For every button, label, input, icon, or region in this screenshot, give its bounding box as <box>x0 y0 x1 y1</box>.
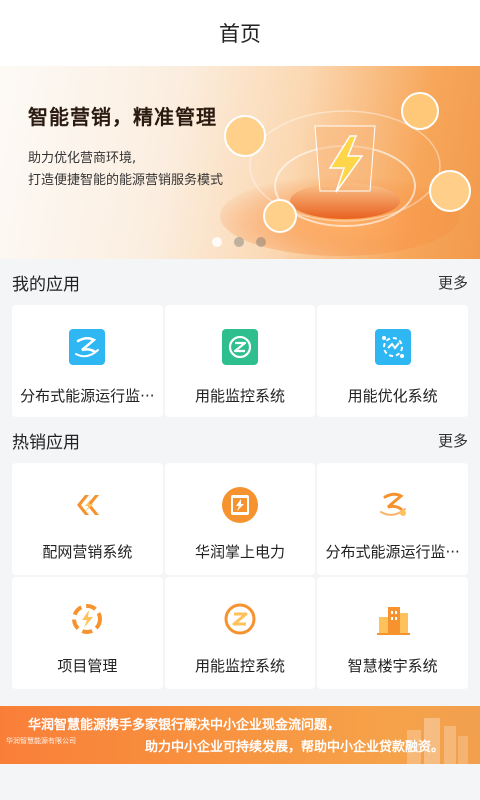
app-label: 项目管理 <box>57 657 118 675</box>
app-label: 分布式能源运行监··· <box>20 387 155 405</box>
lightning-illustration <box>220 92 471 256</box>
promo-line1: 华润智慧能源携手多家银行解决中小企业现金流问题， <box>28 718 341 733</box>
top-bar: 首页 <box>0 0 480 66</box>
promo-banner[interactable]: 华润智慧能源携手多家银行解决中小企业现金流问题， 助力中小企业可持续发展，帮助中… <box>0 706 480 764</box>
app-label: 智慧楼宇系统 <box>347 657 438 675</box>
app-label: 用能监控系统 <box>194 387 285 405</box>
app-label: 用能监控系统 <box>194 657 285 675</box>
promo-line2: 助力中小企业可持续发展，帮助中小企业贷款融资。 <box>145 740 445 755</box>
section-title: 我的应用 <box>12 274 80 295</box>
carousel-dot[interactable] <box>212 237 222 247</box>
app-label: 分布式能源运行监··· <box>325 543 460 561</box>
grid-marketing-icon <box>67 485 107 525</box>
more-link[interactable]: 更多 <box>438 430 468 451</box>
app-label: 用能优化系统 <box>347 387 438 405</box>
app-card-project-management[interactable]: 项目管理 <box>12 577 163 689</box>
app-card-energy-monitor[interactable]: 用能监控系统 <box>164 577 316 689</box>
app-card-grid-marketing[interactable]: 配网营销系统 <box>12 463 163 575</box>
distributed-energy-icon <box>67 327 107 367</box>
promo-logo: 华润智慧能源有限公司 <box>6 737 76 745</box>
energy-monitor-icon <box>220 599 260 639</box>
carousel-indicators[interactable] <box>212 237 266 247</box>
banner-title: 智能营销，精准管理 <box>28 105 217 129</box>
app-card-smart-building[interactable]: 智慧楼宇系统 <box>317 577 468 689</box>
app-card-mobile-power[interactable]: 华润掌上电力 <box>164 463 316 575</box>
carousel-dot[interactable] <box>234 237 244 247</box>
banner-subtitle: 助力优化营商环境, 打造便捷智能的能源营销服务模式 <box>28 148 223 192</box>
banner-subtitle-line2: 打造便捷智能的能源营销服务模式 <box>28 173 224 188</box>
smart-building-icon <box>373 599 413 639</box>
banner-subtitle-line1: 助力优化营商环境, <box>28 151 137 166</box>
app-card-energy-optimize[interactable]: 用能优化系统 <box>317 305 468 417</box>
energy-monitor-icon <box>220 327 260 367</box>
my-apps-header: 我的应用 更多 <box>0 259 480 305</box>
app-card-distributed-energy[interactable]: 分布式能源运行监··· <box>317 463 468 575</box>
hot-apps-grid: 配网营销系统 华润掌上电力 分布式能源运行监··· 项目管理 用能监控系统 智慧… <box>12 463 468 689</box>
my-apps-grid: 分布式能源运行监··· 用能监控系统 用能优化系统 <box>12 305 468 417</box>
page-title: 首页 <box>219 22 261 46</box>
more-link[interactable]: 更多 <box>438 272 468 293</box>
app-label: 华润掌上电力 <box>194 543 285 561</box>
hot-apps-header: 热销应用 更多 <box>0 417 480 463</box>
distributed-energy-icon <box>373 485 413 525</box>
mobile-power-icon <box>220 485 260 525</box>
section-title: 热销应用 <box>12 432 80 453</box>
app-label: 配网营销系统 <box>42 543 133 561</box>
carousel-dot[interactable] <box>256 237 266 247</box>
app-card-energy-monitor[interactable]: 用能监控系统 <box>164 305 316 417</box>
hero-banner[interactable]: 智能营销，精准管理 助力优化营商环境, 打造便捷智能的能源营销服务模式 <box>0 66 480 259</box>
app-card-distributed-energy[interactable]: 分布式能源运行监··· <box>12 305 163 417</box>
project-management-icon <box>67 599 107 639</box>
building-illustration <box>407 718 468 764</box>
energy-optimize-icon <box>373 327 413 367</box>
